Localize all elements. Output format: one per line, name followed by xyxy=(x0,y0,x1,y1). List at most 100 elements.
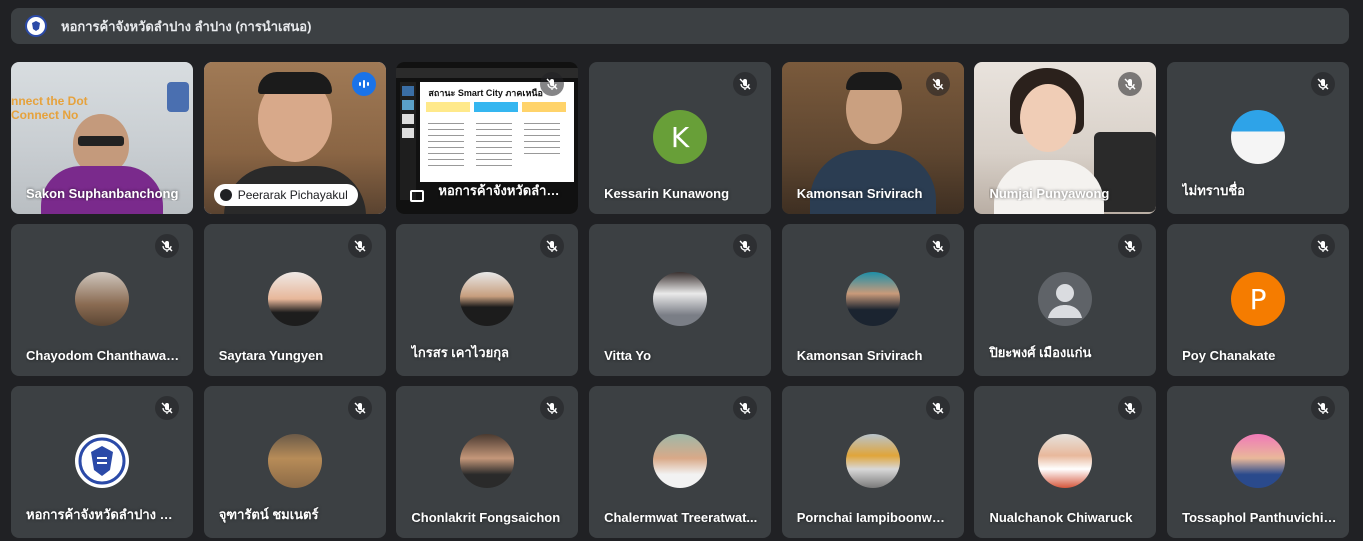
participant-tile[interactable]: K Kessarin Kunawong xyxy=(589,62,772,214)
participant-tile[interactable]: จุฑารัตน์ ชมเนตร์ xyxy=(203,386,386,538)
profile-photo xyxy=(653,434,708,488)
participant-name: หอการค้าจังหวัดลำปา... xyxy=(438,183,567,198)
slide-column-header-3 xyxy=(522,102,567,112)
participant-name: Saytara Yungyen xyxy=(218,348,324,363)
participant-tile[interactable]: หอการค้าจังหวัดลำปาง ลำ... xyxy=(11,386,193,538)
participant-name: จุฑารัตน์ ชมเนตร์ xyxy=(218,507,319,522)
participant-name: Vitta Yo xyxy=(604,348,652,363)
mic-off-icon xyxy=(1118,396,1143,420)
participant-tile[interactable]: Numjai Punyawong xyxy=(974,62,1157,214)
participant-tile[interactable]: Vitta Yo xyxy=(589,224,772,376)
participant-tile[interactable]: ไกรสร เคาไวยกุล xyxy=(396,224,579,376)
participant-tile-speaking[interactable]: Peerarak Pichayakul xyxy=(203,62,386,214)
banner-text: nnect the Dot Connect No xyxy=(11,94,88,122)
mic-off-icon xyxy=(733,234,758,258)
participant-name: Sakon Suphanbanchong xyxy=(26,186,179,201)
participant-tile[interactable]: Kamonsan Srivirach xyxy=(781,62,964,214)
mic-off-icon xyxy=(733,396,758,420)
person-head xyxy=(1020,84,1077,152)
presentation-icon xyxy=(410,190,425,202)
participant-tile[interactable]: nnect the Dot Connect No Sakon Suphanban… xyxy=(11,62,193,214)
participant-name: Kamonsan Srivirach xyxy=(796,348,923,363)
profile-photo xyxy=(845,272,900,326)
mic-off-icon xyxy=(155,234,179,258)
mic-off-icon xyxy=(733,72,758,96)
participant-name: Chayodom Chanthawar... xyxy=(26,348,181,363)
participant-grid: nnect the Dot Connect No Sakon Suphanban… xyxy=(11,62,1350,538)
mic-off-icon xyxy=(347,234,372,258)
profile-photo xyxy=(460,272,515,326)
participant-tile[interactable]: Chonlakrit Fongsaichon xyxy=(396,386,579,538)
mic-off-icon xyxy=(925,234,950,258)
participant-tile[interactable]: Chalermwat Treeratwat... xyxy=(589,386,772,538)
profile-photo xyxy=(267,434,322,488)
profile-photo xyxy=(1231,110,1286,164)
chamber-logo-icon xyxy=(25,15,47,37)
person-shirt xyxy=(809,150,936,214)
participant-name: ไกรสร เคาไวยกุล xyxy=(411,345,510,360)
mic-off-icon xyxy=(925,396,950,420)
profile-photo xyxy=(845,434,900,488)
participant-tile[interactable]: Tossaphol Panthuvichien xyxy=(1167,386,1350,538)
mic-off-icon xyxy=(540,396,565,420)
letter-avatar: K xyxy=(653,110,708,164)
mic-off-icon xyxy=(347,396,372,420)
slide-thumbnails xyxy=(400,82,417,200)
chamber-logo-avatar xyxy=(75,434,129,488)
slide-column-list-1 xyxy=(428,118,465,170)
person-hair xyxy=(257,72,332,94)
profile-photo xyxy=(1231,434,1286,488)
banner-emblem xyxy=(167,82,189,112)
slide-canvas: สถานะ Smart City ภาคเหนือ xyxy=(420,82,575,182)
participant-tile[interactable]: Saytara Yungyen xyxy=(203,224,386,376)
participant-name: Poy Chanakate xyxy=(1182,348,1276,363)
participant-tile[interactable]: ปิยะพงศ์ เมืองแก่น xyxy=(974,224,1157,376)
profile-photo xyxy=(267,272,322,326)
banner-line-2: Connect No xyxy=(11,108,79,122)
participant-tile[interactable]: Chayodom Chanthawar... xyxy=(11,224,193,376)
default-avatar-icon xyxy=(1038,272,1093,326)
profile-photo xyxy=(1038,434,1093,488)
participant-name: Chonlakrit Fongsaichon xyxy=(411,510,561,525)
participant-tile[interactable]: ไม่ทราบชื่อ xyxy=(1167,62,1350,214)
slide-column-list-2 xyxy=(476,118,513,170)
banner-line-1: nnect the Dot xyxy=(11,94,88,108)
mic-off-icon xyxy=(1118,234,1143,258)
presentation-tile[interactable]: สถานะ Smart City ภาคเหนือ หอการค้าจังหวั… xyxy=(396,62,579,214)
participant-name: Numjai Punyawong xyxy=(989,186,1110,201)
participant-name: Kessarin Kunawong xyxy=(604,186,730,201)
participant-name: Peerarak Pichayakul xyxy=(237,188,348,202)
participant-name: Kamonsan Srivirach xyxy=(796,186,923,201)
glasses xyxy=(78,136,124,146)
participant-name: Nualchanok Chiwaruck xyxy=(989,510,1133,525)
participant-name: Chalermwat Treeratwat... xyxy=(604,510,758,525)
mic-off-icon xyxy=(1311,396,1336,420)
meeting-title-bar: หอการค้าจังหวัดลำปาง ลำปาง (การนำเสนอ) xyxy=(11,8,1349,44)
slide-column-header-1 xyxy=(426,102,471,112)
mic-off-icon xyxy=(1311,72,1336,96)
mic-off-icon xyxy=(155,396,179,420)
participant-tile[interactable]: Nualchanok Chiwaruck xyxy=(974,386,1157,538)
meeting-title: หอการค้าจังหวัดลำปาง ลำปาง (การนำเสนอ) xyxy=(61,18,312,34)
participant-tile[interactable]: Kamonsan Srivirach xyxy=(781,224,964,376)
mic-off-icon xyxy=(540,234,565,258)
mic-off-icon xyxy=(1311,234,1336,258)
speaking-indicator-icon xyxy=(351,72,376,96)
slide-title: สถานะ Smart City ภาคเหนือ xyxy=(428,88,543,98)
participant-name: Pornchai Iampiboonwat... xyxy=(796,510,952,525)
mic-off-icon xyxy=(925,72,950,96)
participant-tile[interactable]: P Poy Chanakate xyxy=(1167,224,1350,376)
person-hair xyxy=(845,72,902,90)
profile-photo xyxy=(75,272,129,326)
slide-column-list-3 xyxy=(524,118,561,158)
letter-avatar: P xyxy=(1231,272,1286,326)
participant-name: หอการค้าจังหวัดลำปาง ลำ... xyxy=(26,507,181,522)
account-icon xyxy=(219,189,232,201)
participant-name: ปิยะพงศ์ เมืองแก่น xyxy=(989,345,1092,360)
profile-photo xyxy=(653,272,708,326)
participant-name-pill: Peerarak Pichayakul xyxy=(213,184,358,206)
slide-column-header-2 xyxy=(474,102,519,112)
profile-photo xyxy=(460,434,515,488)
participant-tile[interactable]: Pornchai Iampiboonwat... xyxy=(781,386,964,538)
participant-name: Tossaphol Panthuvichien xyxy=(1182,510,1338,525)
